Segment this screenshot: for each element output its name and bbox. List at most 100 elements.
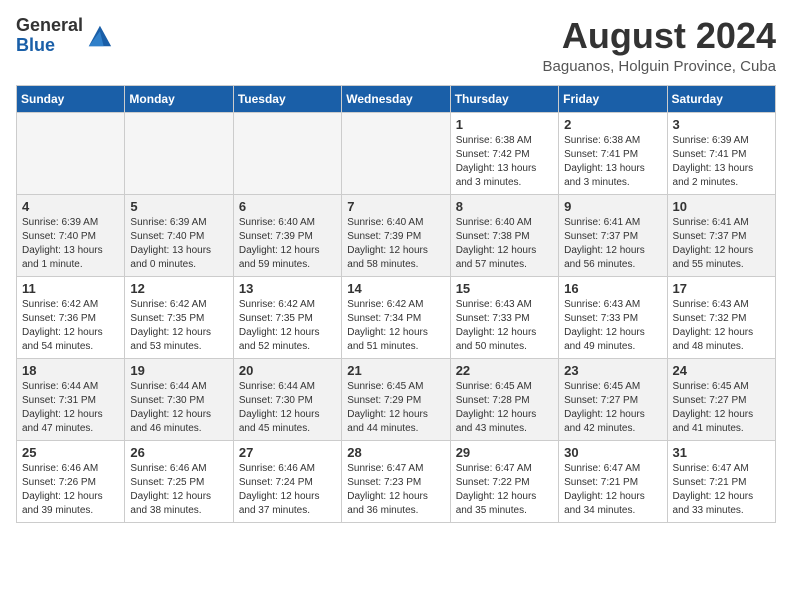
day-number: 29 — [456, 445, 553, 460]
calendar-day-cell: 12 Sunrise: 6:42 AM Sunset: 7:35 PM Dayli… — [125, 276, 233, 358]
calendar-week-row: 4 Sunrise: 6:39 AM Sunset: 7:40 PM Daylig… — [17, 194, 776, 276]
day-number: 23 — [564, 363, 661, 378]
day-number: 6 — [239, 199, 336, 214]
calendar-day-cell: 21 Sunrise: 6:45 AM Sunset: 7:29 PM Dayli… — [342, 358, 450, 440]
day-info: Sunrise: 6:44 AM Sunset: 7:31 PM Dayligh… — [22, 380, 119, 436]
page-header: General Blue August 2024 Baguanos, Holgu… — [16, 16, 776, 75]
calendar-day-cell: 2 Sunrise: 6:38 AM Sunset: 7:41 PM Daylig… — [559, 112, 667, 194]
day-number: 31 — [673, 445, 770, 460]
day-number: 24 — [673, 363, 770, 378]
calendar-day-cell: 14 Sunrise: 6:42 AM Sunset: 7:34 PM Dayli… — [342, 276, 450, 358]
day-info: Sunrise: 6:38 AM Sunset: 7:42 PM Dayligh… — [456, 134, 553, 190]
day-number: 12 — [130, 281, 227, 296]
calendar-day-cell: 1 Sunrise: 6:38 AM Sunset: 7:42 PM Daylig… — [450, 112, 558, 194]
day-info: Sunrise: 6:41 AM Sunset: 7:37 PM Dayligh… — [673, 216, 770, 272]
day-number: 18 — [22, 363, 119, 378]
calendar-day-cell: 26 Sunrise: 6:46 AM Sunset: 7:25 PM Dayli… — [125, 440, 233, 522]
day-info: Sunrise: 6:40 AM Sunset: 7:38 PM Dayligh… — [456, 216, 553, 272]
weekday-header-friday: Friday — [559, 85, 667, 112]
weekday-header-wednesday: Wednesday — [342, 85, 450, 112]
logo: General Blue — [16, 16, 113, 56]
calendar-day-cell: 30 Sunrise: 6:47 AM Sunset: 7:21 PM Dayli… — [559, 440, 667, 522]
day-number: 14 — [347, 281, 444, 296]
day-number: 7 — [347, 199, 444, 214]
day-info: Sunrise: 6:47 AM Sunset: 7:21 PM Dayligh… — [673, 462, 770, 518]
calendar-day-cell: 4Sunrise: 6:39 AM Sunset: 7:40 PM Daylig… — [17, 194, 125, 276]
calendar-day-cell — [17, 112, 125, 194]
day-info: Sunrise: 6:41 AM Sunset: 7:37 PM Dayligh… — [564, 216, 661, 272]
day-info: Sunrise: 6:46 AM Sunset: 7:26 PM Dayligh… — [22, 462, 119, 518]
day-info: Sunrise: 6:45 AM Sunset: 7:27 PM Dayligh… — [564, 380, 661, 436]
calendar-day-cell: 19Sunrise: 6:44 AM Sunset: 7:30 PM Dayli… — [125, 358, 233, 440]
day-info: Sunrise: 6:42 AM Sunset: 7:35 PM Dayligh… — [130, 298, 227, 354]
calendar-day-cell — [233, 112, 341, 194]
calendar-day-cell: 24 Sunrise: 6:45 AM Sunset: 7:27 PM Dayli… — [667, 358, 775, 440]
day-info: Sunrise: 6:39 AM Sunset: 7:41 PM Dayligh… — [673, 134, 770, 190]
day-info: Sunrise: 6:47 AM Sunset: 7:21 PM Dayligh… — [564, 462, 661, 518]
day-number: 27 — [239, 445, 336, 460]
day-info: Sunrise: 6:46 AM Sunset: 7:25 PM Dayligh… — [130, 462, 227, 518]
calendar-day-cell: 16Sunrise: 6:43 AM Sunset: 7:33 PM Dayli… — [559, 276, 667, 358]
weekday-header-row: SundayMondayTuesdayWednesdayThursdayFrid… — [17, 85, 776, 112]
calendar-week-row: 18 Sunrise: 6:44 AM Sunset: 7:31 PM Dayli… — [17, 358, 776, 440]
calendar-day-cell: 25 Sunrise: 6:46 AM Sunset: 7:26 PM Dayli… — [17, 440, 125, 522]
calendar-subtitle: Baguanos, Holguin Province, Cuba — [543, 58, 776, 75]
calendar-day-cell — [342, 112, 450, 194]
weekday-header-tuesday: Tuesday — [233, 85, 341, 112]
calendar-day-cell: 27 Sunrise: 6:46 AM Sunset: 7:24 PM Dayli… — [233, 440, 341, 522]
day-number: 16 — [564, 281, 661, 296]
calendar-day-cell: 7 Sunrise: 6:40 AM Sunset: 7:39 PM Daylig… — [342, 194, 450, 276]
calendar-week-row: 1 Sunrise: 6:38 AM Sunset: 7:42 PM Daylig… — [17, 112, 776, 194]
day-info: Sunrise: 6:44 AM Sunset: 7:30 PM Dayligh… — [130, 380, 227, 436]
calendar-day-cell: 20 Sunrise: 6:44 AM Sunset: 7:30 PM Dayli… — [233, 358, 341, 440]
calendar-day-cell: 18 Sunrise: 6:44 AM Sunset: 7:31 PM Dayli… — [17, 358, 125, 440]
day-number: 2 — [564, 117, 661, 132]
day-info: Sunrise: 6:40 AM Sunset: 7:39 PM Dayligh… — [347, 216, 444, 272]
day-info: Sunrise: 6:45 AM Sunset: 7:28 PM Dayligh… — [456, 380, 553, 436]
day-info: Sunrise: 6:39 AM Sunset: 7:40 PM Dayligh… — [130, 216, 227, 272]
logo-icon — [85, 22, 113, 50]
day-number: 13 — [239, 281, 336, 296]
day-number: 15 — [456, 281, 553, 296]
day-info: Sunrise: 6:45 AM Sunset: 7:29 PM Dayligh… — [347, 380, 444, 436]
logo-text-general: General — [16, 15, 83, 35]
day-info: Sunrise: 6:43 AM Sunset: 7:33 PM Dayligh… — [456, 298, 553, 354]
calendar-day-cell: 3 Sunrise: 6:39 AM Sunset: 7:41 PM Daylig… — [667, 112, 775, 194]
day-number: 17 — [673, 281, 770, 296]
day-number: 21 — [347, 363, 444, 378]
calendar-week-row: 25 Sunrise: 6:46 AM Sunset: 7:26 PM Dayli… — [17, 440, 776, 522]
day-number: 3 — [673, 117, 770, 132]
calendar-day-cell: 6Sunrise: 6:40 AM Sunset: 7:39 PM Daylig… — [233, 194, 341, 276]
calendar-table: SundayMondayTuesdayWednesdayThursdayFrid… — [16, 85, 776, 523]
day-number: 5 — [130, 199, 227, 214]
calendar-day-cell: 29 Sunrise: 6:47 AM Sunset: 7:22 PM Dayli… — [450, 440, 558, 522]
day-number: 8 — [456, 199, 553, 214]
calendar-day-cell: 23 Sunrise: 6:45 AM Sunset: 7:27 PM Dayli… — [559, 358, 667, 440]
day-number: 9 — [564, 199, 661, 214]
day-number: 25 — [22, 445, 119, 460]
day-info: Sunrise: 6:44 AM Sunset: 7:30 PM Dayligh… — [239, 380, 336, 436]
day-info: Sunrise: 6:42 AM Sunset: 7:35 PM Dayligh… — [239, 298, 336, 354]
day-info: Sunrise: 6:38 AM Sunset: 7:41 PM Dayligh… — [564, 134, 661, 190]
day-info: Sunrise: 6:47 AM Sunset: 7:23 PM Dayligh… — [347, 462, 444, 518]
calendar-day-cell: 22Sunrise: 6:45 AM Sunset: 7:28 PM Dayli… — [450, 358, 558, 440]
day-info: Sunrise: 6:42 AM Sunset: 7:36 PM Dayligh… — [22, 298, 119, 354]
day-number: 1 — [456, 117, 553, 132]
day-number: 20 — [239, 363, 336, 378]
calendar-day-cell: 5 Sunrise: 6:39 AM Sunset: 7:40 PM Daylig… — [125, 194, 233, 276]
weekday-header-saturday: Saturday — [667, 85, 775, 112]
day-number: 30 — [564, 445, 661, 460]
day-info: Sunrise: 6:42 AM Sunset: 7:34 PM Dayligh… — [347, 298, 444, 354]
day-info: Sunrise: 6:46 AM Sunset: 7:24 PM Dayligh… — [239, 462, 336, 518]
day-info: Sunrise: 6:45 AM Sunset: 7:27 PM Dayligh… — [673, 380, 770, 436]
day-info: Sunrise: 6:47 AM Sunset: 7:22 PM Dayligh… — [456, 462, 553, 518]
day-number: 28 — [347, 445, 444, 460]
weekday-header-thursday: Thursday — [450, 85, 558, 112]
title-block: August 2024 Baguanos, Holguin Province, … — [543, 16, 776, 75]
calendar-day-cell: 8 Sunrise: 6:40 AM Sunset: 7:38 PM Daylig… — [450, 194, 558, 276]
day-number: 26 — [130, 445, 227, 460]
calendar-title: August 2024 — [543, 16, 776, 56]
calendar-week-row: 11Sunrise: 6:42 AM Sunset: 7:36 PM Dayli… — [17, 276, 776, 358]
calendar-day-cell: 10Sunrise: 6:41 AM Sunset: 7:37 PM Dayli… — [667, 194, 775, 276]
day-number: 4 — [22, 199, 119, 214]
